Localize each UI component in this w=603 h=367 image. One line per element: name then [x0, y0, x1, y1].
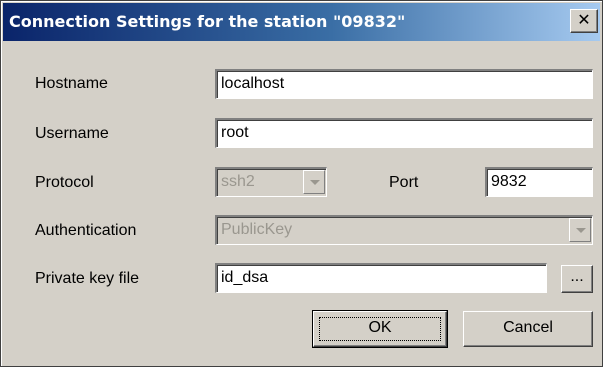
authentication-dropdown-button	[569, 218, 591, 242]
cancel-button[interactable]: Cancel	[463, 311, 593, 347]
protocol-select: ssh2	[215, 167, 327, 197]
authentication-label: Authentication	[35, 222, 137, 239]
protocol-label: Protocol	[35, 174, 94, 191]
dialog-title: Connection Settings for the station "098…	[9, 12, 406, 31]
connection-settings-dialog: Connection Settings for the station "098…	[0, 0, 603, 367]
ok-button[interactable]: OK	[312, 310, 448, 348]
port-input[interactable]: 9832	[485, 167, 593, 197]
hostname-input[interactable]: localhost	[215, 69, 593, 99]
port-label: Port	[389, 174, 419, 191]
private-key-file-input[interactable]: id_dsa	[215, 263, 547, 293]
title-bar[interactable]: Connection Settings for the station "098…	[3, 3, 600, 41]
authentication-select: PublicKey	[215, 215, 593, 245]
username-input[interactable]: root	[215, 118, 593, 148]
protocol-dropdown-button	[303, 170, 325, 194]
authentication-value: PublicKey	[221, 221, 293, 238]
protocol-value: ssh2	[221, 173, 255, 190]
browse-button[interactable]: ...	[561, 265, 593, 293]
username-label: Username	[35, 125, 109, 142]
close-icon: ✕	[577, 10, 591, 29]
hostname-label: Hostname	[35, 75, 108, 92]
chevron-down-icon	[576, 228, 586, 233]
close-button[interactable]: ✕	[570, 9, 598, 33]
focus-rectangle	[319, 317, 441, 341]
private-key-file-label: Private key file	[35, 270, 140, 287]
chevron-down-icon	[310, 180, 320, 185]
